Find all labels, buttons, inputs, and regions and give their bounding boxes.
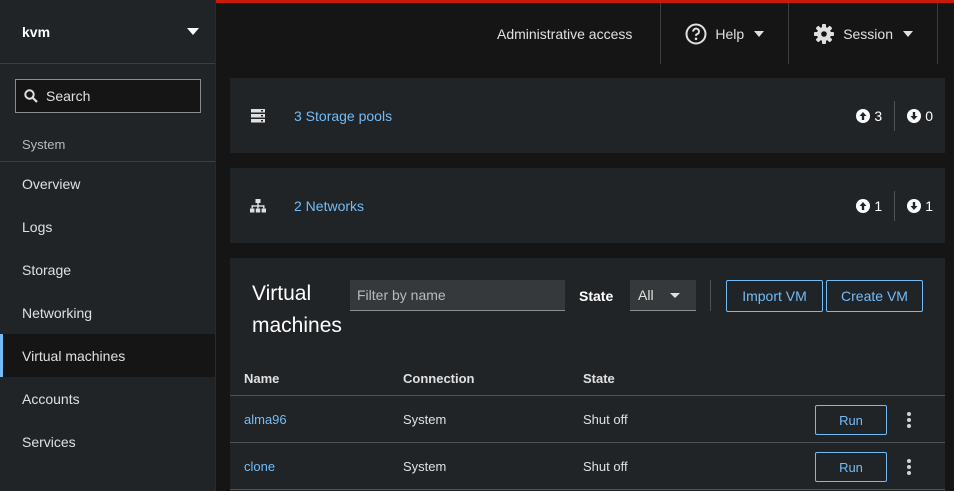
table-row: alma96 System Shut off Run [230, 396, 945, 443]
host-name: kvm [22, 23, 51, 40]
arrow-circle-down-icon [907, 108, 922, 123]
inactive-count-value: 0 [925, 107, 933, 124]
sidebar-item-overview[interactable]: Overview [0, 162, 215, 205]
section-label-system: System [22, 137, 66, 152]
vm-name-link[interactable]: clone [230, 459, 403, 474]
topbar-edge [937, 3, 954, 64]
app-window: kvm System Overview Logs Storage Network… [0, 0, 954, 491]
active-count: 3 [844, 108, 894, 124]
sidebar-item-logs[interactable]: Logs [0, 205, 215, 248]
kebab-menu-icon[interactable] [902, 457, 916, 477]
sidebar-item-virtual-machines[interactable]: Virtual machines [0, 334, 215, 377]
run-button[interactable]: Run [815, 405, 887, 435]
table-header: Name Connection State [230, 361, 945, 396]
administrative-access-button[interactable]: Administrative access [473, 3, 660, 64]
divider [710, 280, 711, 311]
help-menu-button[interactable]: Help [660, 3, 788, 64]
run-button[interactable]: Run [815, 452, 887, 482]
column-header-state[interactable]: State [583, 371, 783, 386]
vm-connection: System [403, 411, 447, 427]
host-switcher[interactable]: kvm [0, 0, 215, 64]
sidebar-item-networking[interactable]: Networking [0, 291, 215, 334]
state-filter-label: State [579, 288, 614, 304]
sidebar-item-storage[interactable]: Storage [0, 248, 215, 291]
arrow-circle-up-icon [856, 108, 871, 123]
session-menu-button[interactable]: Session [788, 3, 937, 64]
sidebar-item-accounts[interactable]: Accounts [0, 377, 215, 420]
virtual-machines-card: Virtual machines State All Import VM Cre… [230, 258, 945, 491]
search-input[interactable] [46, 88, 196, 104]
storage-pools-stats: 3 0 [844, 100, 945, 131]
storage-pools-card: 3 Storage pools 3 0 [230, 78, 945, 153]
sidebar-nav: Overview Logs Storage Networking Virtual… [0, 162, 215, 463]
gear-icon [814, 23, 835, 44]
main-content: 3 Storage pools 3 0 2 Networks 1 1 Virtu… [216, 64, 954, 491]
arrow-circle-down-icon [907, 198, 922, 213]
inactive-count-value: 1 [925, 197, 933, 214]
chevron-down-icon [754, 30, 765, 37]
sidebar-item-services[interactable]: Services [0, 420, 215, 463]
active-count-value: 3 [874, 107, 883, 124]
active-count-value: 1 [874, 197, 883, 214]
state-filter-select[interactable]: All [630, 280, 696, 311]
column-header-connection[interactable]: Connection [403, 371, 583, 386]
top-bar: Administrative access Help Session [216, 0, 954, 64]
vm-connection: System [403, 458, 447, 474]
networks-card: 2 Networks 1 1 [230, 168, 945, 243]
vm-table: Name Connection State alma96 System Shut… [230, 361, 945, 490]
chevron-down-icon [903, 30, 913, 37]
session-label: Session [843, 25, 893, 42]
search-icon [24, 89, 38, 103]
caret-down-icon [187, 28, 199, 35]
inactive-count: 0 [895, 108, 945, 124]
virtual-machines-title: Virtual machines [252, 282, 342, 337]
networks-link[interactable]: 2 Networks [294, 198, 364, 214]
active-count: 1 [844, 198, 894, 214]
table-row: clone System Shut off Run [230, 443, 945, 490]
caret-down-icon [670, 292, 680, 298]
administrative-access-label: Administrative access [497, 25, 633, 42]
create-vm-button[interactable]: Create VM [826, 280, 923, 312]
import-vm-button[interactable]: Import VM [726, 280, 823, 312]
column-header-name[interactable]: Name [230, 371, 403, 386]
inactive-count: 1 [895, 198, 945, 214]
storage-pools-link[interactable]: 3 Storage pools [294, 108, 392, 124]
vm-name-link[interactable]: alma96 [230, 412, 403, 427]
network-icon [250, 198, 266, 212]
networks-stats: 1 1 [844, 190, 945, 221]
vm-state: Shut off [583, 458, 628, 474]
sidebar: kvm System Overview Logs Storage Network… [0, 0, 216, 491]
vm-state: Shut off [583, 411, 628, 427]
state-filter-value: All [638, 287, 654, 303]
help-label: Help [715, 25, 745, 42]
arrow-circle-up-icon [856, 198, 871, 213]
help-icon [685, 23, 707, 44]
storage-pools-icon [251, 108, 265, 122]
search-box[interactable] [15, 79, 201, 113]
filter-by-name-input[interactable] [350, 280, 565, 311]
kebab-menu-icon[interactable] [902, 410, 916, 430]
